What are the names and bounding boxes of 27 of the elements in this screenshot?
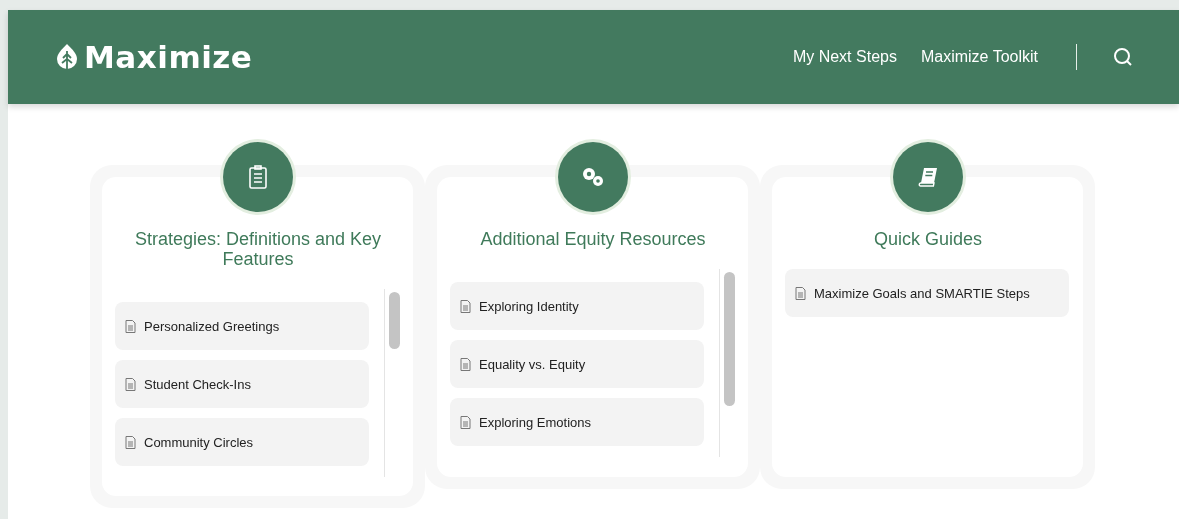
resource-link[interactable]: Personalized Greetings: [115, 302, 369, 350]
resource-link[interactable]: Exploring Identity: [450, 282, 704, 330]
document-icon: [125, 435, 136, 449]
resource-link[interactable]: Maximize Goals and SMARTIE Steps: [785, 269, 1069, 317]
card-title: Quick Guides: [872, 229, 983, 249]
gears-icon: [580, 166, 605, 188]
document-icon: [460, 415, 471, 429]
scrollbar-thumb[interactable]: [389, 292, 400, 349]
resource-link[interactable]: Exploring Emotions: [450, 398, 704, 446]
search-icon[interactable]: [1113, 47, 1133, 67]
resource-link[interactable]: Student Check-Ins: [115, 360, 369, 408]
document-icon: [795, 286, 806, 300]
document-icon: [460, 299, 471, 313]
nav-link[interactable]: My Next Steps: [792, 48, 897, 66]
scrollbar-thumb[interactable]: [724, 272, 735, 406]
document-icon: [125, 319, 136, 333]
document-icon: [460, 357, 471, 371]
resource-link[interactable]: Community Circles: [115, 418, 369, 466]
card-title: Strategies: Definitions and Key Features: [133, 229, 383, 269]
card-title: Additional Equity Resources: [479, 229, 707, 249]
clipboard-icon: [248, 165, 267, 189]
book-icon: [917, 167, 938, 187]
nav-link[interactable]: Maximize Toolkit: [920, 48, 1038, 66]
brand-name: Maximize: [84, 39, 253, 75]
tree-leaf-icon: [56, 44, 78, 70]
document-icon: [125, 377, 136, 391]
resource-link[interactable]: Equality vs. Equity: [450, 340, 704, 388]
